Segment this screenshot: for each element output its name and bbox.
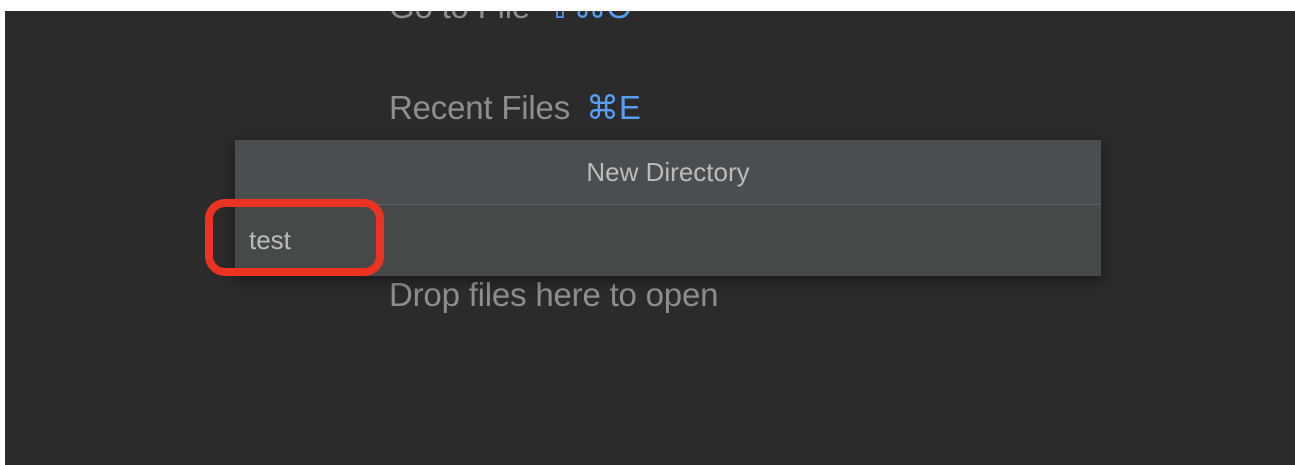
hint-recent-files-label: Recent Files — [389, 89, 571, 126]
editor-empty-area: Go to File ⇧⌘O Recent Files ⌘E Drop files … — [5, 11, 1295, 465]
annotation-highlight-box — [205, 199, 384, 276]
hint-goto-file-shortcut: ⇧⌘O — [546, 11, 632, 25]
hint-goto-file: Go to File ⇧⌘O — [389, 11, 632, 26]
popup-title: New Directory — [586, 156, 750, 187]
popup-header: New Directory — [235, 140, 1101, 205]
hint-recent-files-shortcut: ⌘E — [586, 89, 641, 126]
hint-goto-file-label: Go to File — [389, 11, 530, 25]
hint-drop-files: Drop files here to open — [389, 276, 719, 313]
hint-recent-files: Recent Files ⌘E — [389, 88, 641, 127]
